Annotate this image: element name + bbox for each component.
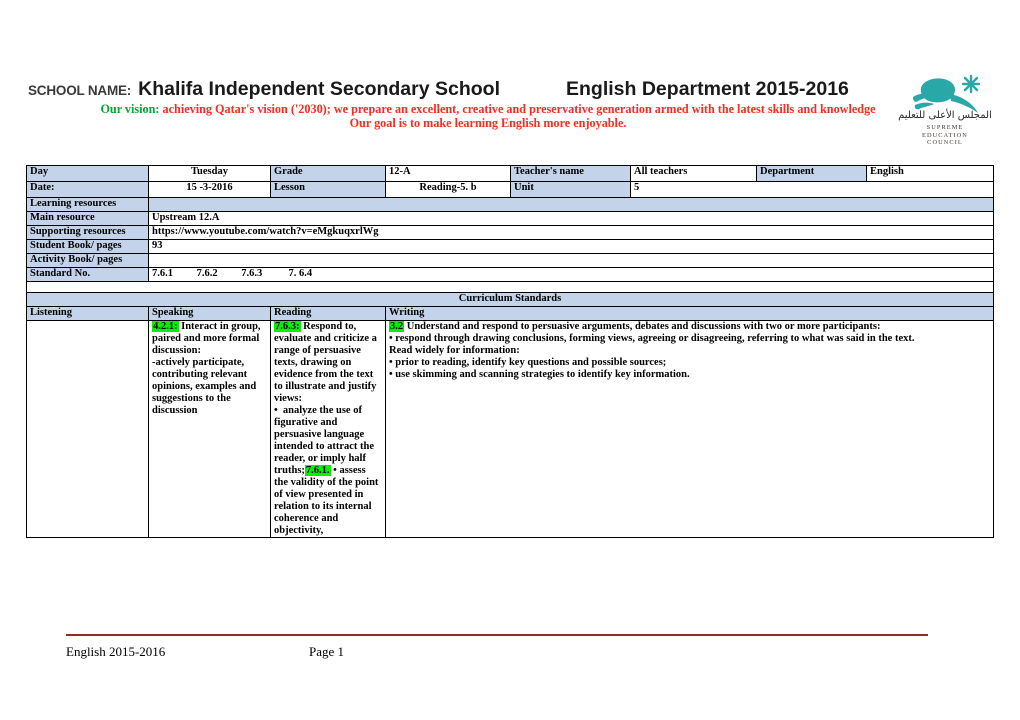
table-row-standard-no: Standard No. 7.6.1 7.6.2 7.6.3 7. 6.4	[26, 267, 994, 282]
reading-content: 7.6.3: Respond to, evaluate and criticiz…	[270, 320, 386, 538]
document-footer: English 2015-2016 Page 1	[66, 644, 928, 660]
student-book-label: Student Book/ pages	[26, 239, 149, 254]
document-header: SCHOOL NAME: Khalifa Independent Seconda…	[28, 78, 988, 130]
goal-text: Our goal is to make learning English mor…	[349, 115, 627, 130]
skill-header-speaking: Speaking	[148, 306, 271, 321]
curriculum-standards-title: Curriculum Standards	[26, 292, 994, 307]
listening-content	[26, 320, 149, 538]
table-row-skill-content: 4.2.1: Interact in group, paired and mor…	[26, 320, 994, 538]
department-label: Department	[756, 165, 867, 182]
standard-no-value: 7.6.1 7.6.2 7.6.3 7. 6.4	[148, 267, 994, 282]
table-row-curriculum-standards-header: Curriculum Standards	[26, 292, 994, 307]
writing-standard-text: Understand and respond to persuasive arg…	[389, 321, 915, 381]
writing-content: 3.2 Understand and respond to persuasive…	[385, 320, 994, 538]
teacher-name-value: All teachers	[630, 165, 757, 182]
table-row-date: Date: 15 -3-2016 Lesson Reading-5. b Uni…	[26, 181, 994, 198]
footer-page-number: Page 1	[309, 644, 345, 659]
day-label: Day	[26, 165, 149, 182]
footer-divider	[66, 634, 928, 636]
vision-statement: Our vision: achieving Qatar's vision ('2…	[28, 102, 948, 130]
logo-english-text: SUPREME EDUCATION COUNCIL	[893, 124, 997, 147]
department-title: English Department 2015-2016	[566, 78, 849, 100]
document-page: SCHOOL NAME: Khalifa Independent Seconda…	[0, 0, 1020, 720]
activity-book-value	[148, 253, 994, 268]
lesson-value: Reading-5. b	[385, 181, 511, 198]
logo-arabic-text: المجلس الأعلى للتعليم	[898, 110, 992, 121]
reading-standard-code: 7.6.3:	[274, 321, 301, 332]
logo-line-education: EDUCATION	[922, 131, 968, 139]
supporting-resources-label: Supporting resources	[26, 225, 149, 240]
table-row-activity-book: Activity Book/ pages	[26, 253, 994, 268]
header-title-line: SCHOOL NAME: Khalifa Independent Seconda…	[28, 78, 988, 101]
table-row-student-book: Student Book/ pages 93	[26, 239, 994, 254]
date-value: 15 -3-2016	[148, 181, 271, 198]
footer-left-text: English 2015-2016	[66, 644, 166, 659]
school-name-label: SCHOOL NAME:	[28, 83, 132, 98]
grade-label: Grade	[270, 165, 386, 182]
spacer-cell	[26, 281, 994, 293]
writing-standard-code: 3.2	[389, 321, 405, 332]
table-row-day: Day Tuesday Grade 12-A Teacher's name Al…	[26, 165, 994, 182]
student-book-value: 93	[148, 239, 994, 254]
table-row-learning-resources: Learning resources	[26, 197, 994, 212]
standard-no-label: Standard No.	[26, 267, 149, 282]
activity-book-label: Activity Book/ pages	[26, 253, 149, 268]
grade-value: 12-A	[385, 165, 511, 182]
day-value: Tuesday	[148, 165, 271, 182]
speaking-standard-code: 4.2.1:	[152, 321, 179, 332]
lesson-label: Lesson	[270, 181, 386, 198]
unit-label: Unit	[510, 181, 631, 198]
department-value: English	[866, 165, 994, 182]
date-label: Date:	[26, 181, 149, 198]
vision-label: Our vision:	[100, 102, 160, 116]
speaking-content: 4.2.1: Interact in group, paired and mor…	[148, 320, 271, 538]
vision-text: achieving Qatar's vision ('2030); we pre…	[159, 102, 876, 116]
main-resource-value: Upstream 12.A	[148, 211, 994, 226]
speaking-standard-text: Interact in group, paired and more forma…	[152, 321, 261, 417]
table-row-spacer	[26, 281, 994, 293]
skill-header-writing: Writing	[385, 306, 994, 321]
supporting-resources-value[interactable]: https://www.youtube.com/watch?v=eMgkuqxr…	[148, 225, 994, 240]
lesson-plan-table: Day Tuesday Grade 12-A Teacher's name Al…	[26, 165, 994, 538]
table-row-skill-headers: Listening Speaking Reading Writing	[26, 306, 994, 321]
skill-header-reading: Reading	[270, 306, 386, 321]
reading-standard-text: Respond to, evaluate and criticize a ran…	[274, 321, 377, 477]
learning-resources-value	[148, 197, 994, 212]
learning-resources-label: Learning resources	[26, 197, 149, 212]
reading-standard-code-2: 7.6.1.	[304, 465, 331, 476]
unit-value: 5	[630, 181, 994, 198]
table-row-supporting-resources: Supporting resources https://www.youtube…	[26, 225, 994, 240]
logo-line-supreme: SUPREME	[926, 124, 964, 131]
supreme-education-council-logo: المجلس الأعلى للتعليم SUPREME EDUCATION …	[893, 72, 997, 158]
main-resource-label: Main resource	[26, 211, 149, 226]
skill-header-listening: Listening	[26, 306, 149, 321]
logo-line-council: COUNCIL	[927, 139, 963, 147]
table-row-main-resource: Main resource Upstream 12.A	[26, 211, 994, 226]
teacher-name-label: Teacher's name	[510, 165, 631, 182]
logo-star-icon	[961, 74, 981, 94]
school-name-value: Khalifa Independent Secondary School	[138, 78, 501, 100]
